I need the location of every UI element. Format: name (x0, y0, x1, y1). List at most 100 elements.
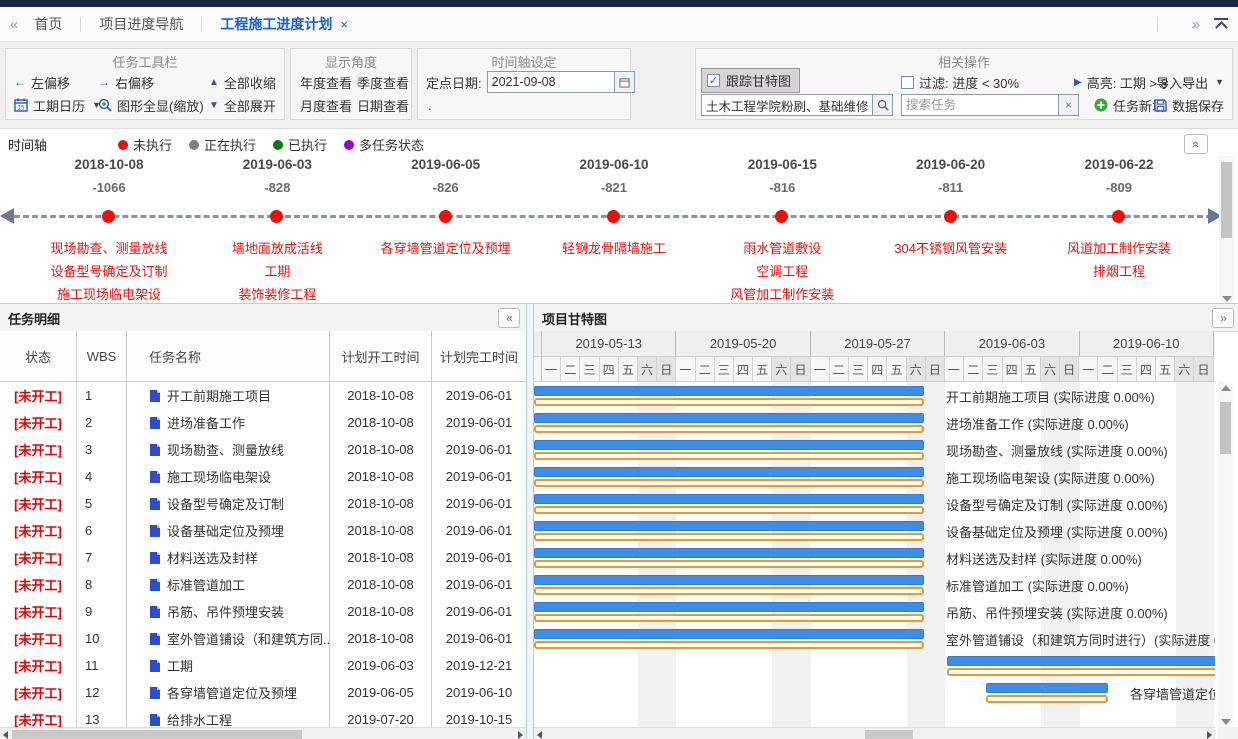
timeline-task-label[interactable]: 各穿墙管道定位及预埋 (352, 237, 540, 260)
table-row[interactable]: [未开工] 11 工期 2019-06-03 2019-12-21 (0, 652, 526, 679)
timeline-task-label[interactable]: 现场勘查、测量放线 (15, 237, 203, 260)
tab-home[interactable]: 首页 (34, 14, 62, 34)
zoom-fit-button[interactable]: 图形全显(缩放) (98, 96, 204, 114)
task-name[interactable]: 室外管道铺设（和建筑方同... (167, 629, 330, 648)
date-picker-button[interactable] (615, 71, 635, 93)
timeline-dot[interactable] (102, 210, 115, 223)
table-row[interactable]: [未开工] 2 进场准备工作 2018-10-08 2019-06-01 (0, 409, 526, 436)
scrollbar-thumb[interactable] (1220, 402, 1231, 454)
shift-left-button[interactable]: ← 左偏移 (14, 73, 70, 91)
table-row[interactable]: [未开工] 7 材料送选及封样 2018-10-08 2019-06-01 (0, 544, 526, 571)
highlight-duration-button[interactable]: ▶ 高亮: 工期 > 8 (1074, 73, 1168, 91)
column-header-name[interactable]: 任务名称 (127, 331, 330, 381)
track-gantt-toggle[interactable]: ✓ 跟踪甘特图 (701, 71, 800, 89)
timeline-dot[interactable] (1112, 210, 1125, 223)
task-name[interactable]: 吊筋、吊件预埋安装 (167, 602, 284, 621)
gantt-bar-planned[interactable] (986, 683, 1108, 693)
tab-construction-plan[interactable]: 工程施工进度计划 (220, 14, 332, 34)
scroll-left-icon[interactable] (537, 731, 542, 739)
gantt-bar-planned[interactable] (534, 440, 924, 450)
table-row[interactable]: [未开工] 9 吊筋、吊件预埋安装 2018-10-08 2019-06-01 (0, 598, 526, 625)
gantt-bar-actual[interactable] (986, 695, 1108, 703)
gantt-bar-actual[interactable] (534, 587, 924, 595)
task-name[interactable]: 设备型号确定及订制 (167, 494, 284, 513)
shift-right-button[interactable]: → 右偏移 (98, 73, 154, 91)
table-row[interactable]: [未开工] 12 各穿墙管道定位及预埋 2019-06-05 2019-06-1… (0, 679, 526, 706)
view-day-button[interactable]: 日期查看 (357, 96, 409, 114)
timeline-dot[interactable] (775, 210, 788, 223)
timeline-task-label[interactable]: 风管加工制作安装 (688, 283, 876, 304)
gantt-bar-planned[interactable] (947, 656, 1215, 666)
timeline-dot[interactable] (944, 210, 957, 223)
project-input[interactable] (701, 94, 873, 116)
timeline-task-label[interactable]: 空调工程 (688, 260, 876, 283)
gantt-bar-actual[interactable] (947, 668, 1215, 676)
view-month-button[interactable]: 月度查看 (300, 96, 352, 114)
task-name[interactable]: 设备基础定位及预埋 (167, 521, 284, 540)
timeline-dot[interactable] (439, 210, 452, 223)
tabs-scroll-left-icon[interactable]: « (10, 16, 16, 33)
anchor-date-input[interactable] (487, 71, 615, 93)
gantt-bar-actual[interactable] (534, 506, 924, 514)
collapse-all-button[interactable]: ▲ 全部收缩 (209, 73, 276, 91)
gantt-bar-planned[interactable] (534, 386, 924, 396)
timeline-task-label[interactable]: 装饰装修工程 (183, 283, 371, 304)
timeline-task-label[interactable]: 设备型号确定及订制 (15, 260, 203, 283)
gantt-bar-planned[interactable] (534, 548, 924, 558)
task-name[interactable]: 材料送选及封样 (167, 548, 258, 567)
gantt-bar-actual[interactable] (534, 398, 924, 406)
scroll-up-icon[interactable] (1221, 385, 1231, 391)
save-data-button[interactable]: 数据保存 (1154, 96, 1224, 114)
timeline-task-label[interactable]: 轻钢龙骨隔墙施工 (520, 237, 708, 260)
gantt-bar-actual[interactable] (534, 425, 924, 433)
gantt-bar-actual[interactable] (534, 533, 924, 541)
task-name[interactable]: 工期 (167, 656, 193, 675)
gantt-horizontal-scrollbar[interactable] (534, 727, 1215, 739)
gantt-bar-actual[interactable] (534, 452, 924, 460)
gantt-bar-planned[interactable] (534, 602, 924, 612)
collapse-header-icon[interactable] (1214, 18, 1228, 30)
task-name[interactable]: 现场勘查、测量放线 (167, 440, 284, 459)
timeline-vertical-scrollbar[interactable] (1219, 156, 1234, 304)
column-header-end[interactable]: 计划完工时间 (432, 331, 526, 381)
gantt-bar-planned[interactable] (534, 413, 924, 423)
gantt-bar-actual[interactable] (534, 479, 924, 487)
collapse-panel-button[interactable]: « (498, 308, 520, 328)
scroll-down-icon[interactable] (1221, 719, 1231, 725)
gantt-vertical-scrollbar[interactable] (1218, 382, 1233, 727)
table-row[interactable]: [未开工] 13 给排水工程 2019-07-20 2019-10-15 (0, 706, 526, 727)
checkbox-checked-icon[interactable]: ✓ (707, 74, 720, 87)
task-name[interactable]: 开工前期施工项目 (167, 386, 271, 405)
table-row[interactable]: [未开工] 6 设备基础定位及预埋 2018-10-08 2019-06-01 (0, 517, 526, 544)
timeline-task-label[interactable]: 雨水管道敷设 (688, 237, 876, 260)
table-row[interactable]: [未开工] 5 设备型号确定及订制 2018-10-08 2019-06-01 (0, 490, 526, 517)
scroll-right-icon[interactable] (518, 731, 523, 739)
column-header-start[interactable]: 计划开工时间 (330, 331, 432, 381)
scrollbar-thumb[interactable] (12, 730, 302, 739)
clear-search-button[interactable]: × (1059, 94, 1079, 116)
timeline-left-arrow-icon[interactable] (0, 208, 14, 224)
gantt-bar-planned[interactable] (534, 467, 924, 477)
scroll-left-icon[interactable] (3, 731, 8, 739)
timeline-task-label[interactable]: 施工现场临电架设 (15, 283, 203, 304)
panel-splitter[interactable] (526, 304, 534, 739)
scrollbar-thumb[interactable] (1221, 162, 1232, 238)
task-name[interactable]: 施工现场临电架设 (167, 467, 271, 486)
task-name[interactable]: 进场准备工作 (167, 413, 245, 432)
gantt-bar-actual[interactable] (534, 560, 924, 568)
column-header-status[interactable]: 状态 (0, 331, 77, 381)
task-search-input[interactable] (901, 94, 1059, 116)
task-name[interactable]: 标准管道加工 (167, 575, 245, 594)
timeline-task-label[interactable]: 工期 (183, 260, 371, 283)
filter-progress-toggle[interactable]: 过滤: 进度 < 30% (901, 73, 1019, 91)
gantt-bar-planned[interactable] (534, 629, 924, 639)
timeline-task-label[interactable]: 风道加工制作安装 (1025, 237, 1213, 260)
tab-close-icon[interactable]: × (340, 17, 348, 32)
timeline-dot[interactable] (607, 210, 620, 223)
table-horizontal-scrollbar[interactable] (0, 727, 526, 739)
scrollbar-thumb[interactable] (865, 730, 913, 739)
table-row[interactable]: [未开工] 10 室外管道铺设（和建筑方同... 2018-10-08 2019… (0, 625, 526, 652)
import-export-menu[interactable]: 导入导出 ▼ (1156, 73, 1224, 91)
table-row[interactable]: [未开工] 8 标准管道加工 2018-10-08 2019-06-01 (0, 571, 526, 598)
scroll-down-icon[interactable] (1222, 296, 1232, 302)
